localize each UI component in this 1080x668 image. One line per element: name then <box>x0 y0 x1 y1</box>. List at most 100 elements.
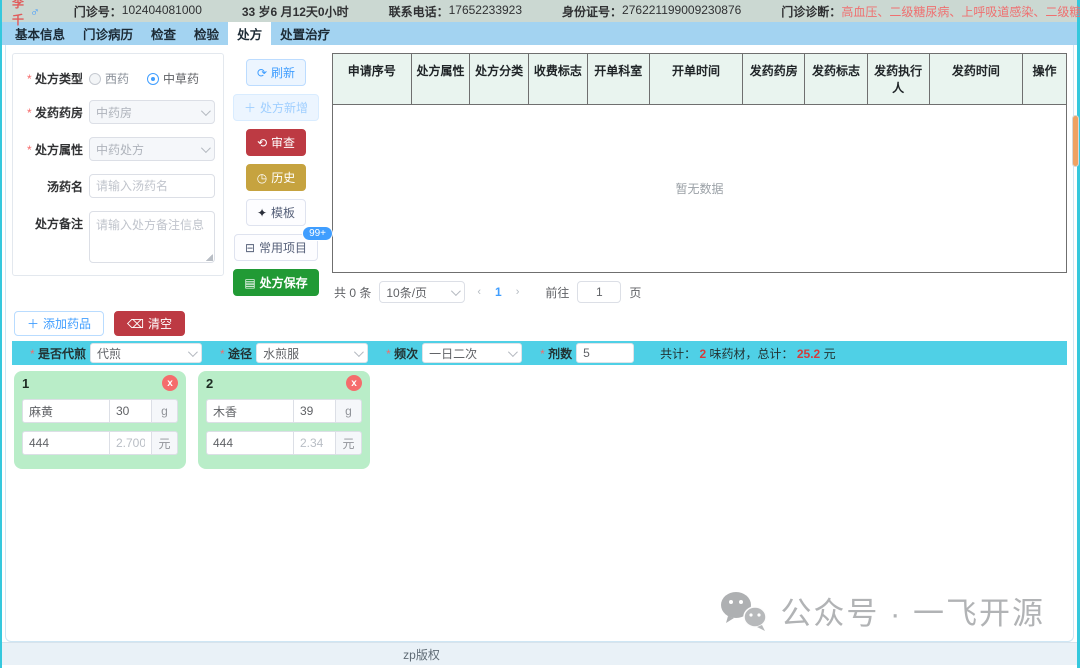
action-buttons: ⟳ 刷新 ＋ 处方新增 ⟲ 审查 ◷ 历史 ✦ 模板 ⊟ 常用项目 <box>224 53 328 296</box>
patient-id-number: 身份证号： 276221199009230876 <box>562 3 741 20</box>
col-request-no: 申请序号 <box>333 54 412 104</box>
add-drug-button[interactable]: ＋ 添加药品 <box>14 311 104 336</box>
chevron-down-icon <box>201 106 211 116</box>
prescription-table: 申请序号 处方属性 处方分类 收费标志 开单科室 开单时间 发药药房 发药标志 … <box>332 53 1067 273</box>
page-size-select[interactable]: 10条/页 <box>379 281 465 303</box>
total-price: 25.2 <box>797 347 820 361</box>
col-category: 处方分类 <box>470 54 529 104</box>
goto-page-input[interactable] <box>577 281 621 303</box>
drug-quantity-input[interactable] <box>294 399 336 423</box>
tab-examination[interactable]: 检查 <box>142 22 185 45</box>
drug-card: 2 x g 元 <box>198 371 370 469</box>
new-prescription-button[interactable]: ＋ 处方新增 <box>233 94 319 121</box>
total-count: 共 0 条 <box>334 284 371 301</box>
frequency-label: 频次 <box>386 345 418 362</box>
tab-prescription[interactable]: 处方 <box>228 22 271 45</box>
chevron-down-icon <box>188 347 198 357</box>
close-icon[interactable]: x <box>162 375 178 391</box>
unit-label: g <box>336 399 362 423</box>
radio-chinese-herbal[interactable]: 中草药 <box>147 70 199 87</box>
decoction-name-input[interactable] <box>89 174 215 198</box>
decoct-select[interactable]: 代煎 <box>90 343 202 363</box>
drug-name-input[interactable] <box>206 399 294 423</box>
route-label: 途径 <box>220 345 252 362</box>
tab-lab-test[interactable]: 检验 <box>185 22 228 45</box>
decoction-options-bar: 是否代煎 代煎 途径 水煎服 频次 一日二次 剂数 共计： 2 味药材，总计： … <box>12 341 1067 365</box>
template-icon: ✦ <box>257 207 267 219</box>
outpatient-diagnosis: 门诊诊断： 高血压、二级糖尿病、上呼吸道感染、二级糖尿病、上呼吸道感染 <box>781 3 1080 20</box>
close-icon[interactable]: x <box>346 375 362 391</box>
drug-price-input[interactable] <box>22 431 110 455</box>
drug-index: 2 <box>206 376 213 391</box>
save-prescription-button[interactable]: ▤ 处方保存 <box>233 269 318 296</box>
tab-treatment[interactable]: 处置治疗 <box>271 22 339 45</box>
watermark: 公众号 · 一飞开源 <box>718 588 1045 633</box>
visit-number: 门诊号： 102404081000 <box>74 3 202 20</box>
radio-circle-icon <box>89 73 101 85</box>
plus-icon: ＋ <box>27 318 39 330</box>
review-button[interactable]: ⟲ 审查 <box>246 129 306 156</box>
refresh-left-icon: ⟲ <box>257 137 267 149</box>
currency-label: 元 <box>152 431 178 455</box>
drug-quantity-input[interactable] <box>110 399 152 423</box>
col-operation: 操作 <box>1023 54 1066 104</box>
col-order-time: 开单时间 <box>650 54 743 104</box>
pharmacy-select[interactable]: 中药房 <box>89 100 215 124</box>
col-charge-flag: 收费标志 <box>529 54 588 104</box>
tab-outpatient-record[interactable]: 门诊病历 <box>74 22 142 45</box>
drug-amount-input <box>110 431 152 455</box>
frequency-select[interactable]: 一日二次 <box>422 343 522 363</box>
prescription-table-panel: 申请序号 处方属性 处方分类 收费标志 开单科室 开单时间 发药药房 发药标志 … <box>332 53 1067 303</box>
list-icon: ⊟ <box>245 242 255 254</box>
col-dispense-operator: 发药执行人 <box>868 54 930 104</box>
goto-label: 前往 <box>545 284 569 301</box>
page-unit-label: 页 <box>629 284 641 301</box>
save-icon: ▤ <box>244 277 255 289</box>
plus-icon: ＋ <box>244 102 256 114</box>
prescription-panel: 处方类型 西药 中草药 发药药房 中药房 <box>5 45 1074 642</box>
prev-page-button[interactable]: ‹ <box>473 286 485 298</box>
route-select[interactable]: 水煎服 <box>256 343 368 363</box>
radio-western-medicine[interactable]: 西药 <box>89 70 129 87</box>
patient-age: 33 岁6 月12天0小时 <box>242 3 349 20</box>
totals-summary: 共计： 2 味药材，总计： 25.2 元 <box>660 345 835 362</box>
table-empty-body: 暂无数据 <box>333 104 1066 272</box>
chevron-down-icon <box>354 347 364 357</box>
drug-card-list: 1 x g 元 2 x g <box>14 371 1067 469</box>
current-page[interactable]: 1 <box>493 285 504 299</box>
prescription-type-radios: 西药 中草药 <box>89 66 215 87</box>
decoction-name-label: 汤药名 <box>21 174 83 195</box>
remark-textarea[interactable] <box>89 211 215 263</box>
prescription-form: 处方类型 西药 中草药 发药药房 中药房 <box>12 53 224 276</box>
scrollbar-thumb[interactable] <box>1072 115 1079 167</box>
drug-index: 1 <box>22 376 29 391</box>
clear-drugs-button[interactable]: ⌫ 清空 <box>114 311 185 336</box>
common-items-button[interactable]: ⊟ 常用项目 99+ <box>234 234 318 261</box>
drug-name-input[interactable] <box>22 399 110 423</box>
attribute-select[interactable]: 中药处方 <box>89 137 215 161</box>
currency-label: 元 <box>336 431 362 455</box>
col-attribute: 处方属性 <box>412 54 471 104</box>
history-button[interactable]: ◷ 历史 <box>246 164 307 191</box>
dose-count-input[interactable] <box>576 343 634 363</box>
resize-grip-icon[interactable] <box>206 254 213 261</box>
drug-price-input[interactable] <box>206 431 294 455</box>
dose-count-label: 剂数 <box>540 345 572 362</box>
prescription-type-label: 处方类型 <box>21 66 83 87</box>
col-dispense-flag: 发药标志 <box>805 54 867 104</box>
patient-phone: 联系电话： 17652233923 <box>389 3 522 20</box>
trash-icon: ⌫ <box>127 318 144 330</box>
table-header-row: 申请序号 处方属性 处方分类 收费标志 开单科室 开单时间 发药药房 发药标志 … <box>333 54 1066 104</box>
footer: zp版权 <box>2 642 1077 665</box>
refresh-icon: ⟳ <box>257 67 267 79</box>
next-page-button[interactable]: › <box>512 286 524 298</box>
attribute-label: 处方属性 <box>21 137 83 158</box>
pagination: 共 0 条 10条/页 ‹ 1 › 前往 页 <box>332 273 1067 303</box>
prescription-page: { "patient_bar": { "name": "李千", "gender… <box>0 0 1080 668</box>
template-button[interactable]: ✦ 模板 <box>246 199 306 226</box>
decoct-label: 是否代煎 <box>30 345 86 362</box>
refresh-button[interactable]: ⟳ 刷新 <box>246 59 306 86</box>
patient-info-bar: 李千 ♂ 门诊号： 102404081000 33 岁6 月12天0小时 联系电… <box>2 0 1077 22</box>
tab-basic-info[interactable]: 基本信息 <box>6 22 74 45</box>
chevron-down-icon <box>451 286 461 296</box>
